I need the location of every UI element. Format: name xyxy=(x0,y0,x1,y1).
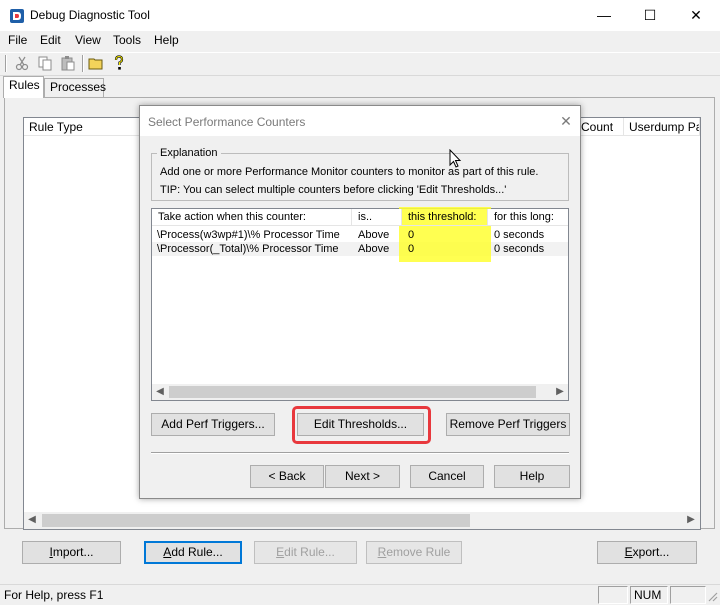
column-is[interactable]: is.. xyxy=(352,209,402,226)
next-button[interactable]: Next > xyxy=(325,465,400,488)
scroll-right-icon[interactable]: ▶ xyxy=(552,384,568,400)
counter-name-cell[interactable]: \Processor(_Total)\% Processor Time xyxy=(152,242,352,256)
dialog-title: Select Performance Counters xyxy=(148,115,306,129)
remove-rule-mnemonic: R xyxy=(377,545,387,559)
column-counter[interactable]: Take action when this counter: xyxy=(152,209,352,226)
threshold-cell[interactable]: 0 xyxy=(402,242,488,256)
scroll-left-icon[interactable]: ◀ xyxy=(152,384,168,400)
column-userdump-path[interactable]: Userdump Pat xyxy=(624,118,700,136)
scroll-left-icon[interactable]: ◀ xyxy=(24,512,40,529)
edit-rule-button[interactable]: Edit Rule... xyxy=(254,541,357,564)
threshold-cell[interactable]: 0 xyxy=(402,228,488,242)
help-icon[interactable] xyxy=(111,55,127,71)
column-count[interactable]: Count xyxy=(576,118,624,136)
column-duration[interactable]: for this long: xyxy=(488,209,568,226)
menu-bar xyxy=(0,31,720,51)
counter-name-cell[interactable]: \Process(w3wp#1)\% Processor Time xyxy=(152,228,352,242)
toolbar-grip xyxy=(5,55,7,72)
scrollbar-thumb[interactable] xyxy=(169,386,536,398)
edit-rule-mnemonic: E xyxy=(276,545,285,559)
edit-rule-label: dit Rule... xyxy=(284,545,335,559)
menu-view[interactable]: View xyxy=(75,33,101,47)
cancel-button[interactable]: Cancel xyxy=(410,465,484,488)
export-button[interactable]: Export... xyxy=(597,541,697,564)
scrollbar-thumb[interactable] xyxy=(42,514,470,527)
import-button[interactable]: Import... xyxy=(22,541,121,564)
scroll-right-icon[interactable]: ▶ xyxy=(683,512,699,529)
column-rule-type[interactable]: Rule Type xyxy=(24,118,142,136)
tab-rules[interactable]: Rules xyxy=(3,76,44,98)
status-text: For Help, press F1 xyxy=(4,588,104,602)
close-button[interactable]: ✕ xyxy=(673,0,719,31)
is-cell[interactable]: Above xyxy=(352,242,402,256)
back-button[interactable]: < Back xyxy=(250,465,324,488)
dialog-close-button[interactable]: ✕ xyxy=(556,111,576,131)
menu-tools[interactable]: Tools xyxy=(113,33,141,47)
add-rule-button[interactable]: Add Rule... xyxy=(144,541,242,564)
paste-icon[interactable] xyxy=(60,55,76,71)
minimize-button[interactable]: — xyxy=(581,0,627,31)
menu-edit[interactable]: Edit xyxy=(40,33,61,47)
status-pane-num: NUM xyxy=(630,586,668,604)
annotation-highlight-box xyxy=(292,406,431,444)
cut-icon[interactable] xyxy=(14,55,30,71)
dialog-separator xyxy=(151,452,569,454)
status-pane-scrl xyxy=(670,586,706,604)
mouse-cursor-icon xyxy=(449,149,462,168)
duration-cell[interactable]: 0 seconds xyxy=(488,242,568,256)
open-folder-icon[interactable] xyxy=(88,55,104,71)
is-cell[interactable]: Above xyxy=(352,228,402,242)
help-button[interactable]: Help xyxy=(494,465,570,488)
copy-icon[interactable] xyxy=(37,55,53,71)
menu-file[interactable]: File xyxy=(8,33,27,47)
remove-rule-button[interactable]: Remove Rule xyxy=(366,541,462,564)
toolbar xyxy=(0,52,720,76)
duration-cell[interactable]: 0 seconds xyxy=(488,228,568,242)
export-label: xport... xyxy=(632,545,670,559)
counter-list-scrollbar[interactable] xyxy=(152,384,568,400)
remove-perf-triggers-button[interactable]: Remove Perf Triggers xyxy=(446,413,570,436)
rules-list-scrollbar[interactable] xyxy=(24,512,700,529)
tab-processes[interactable]: Processes xyxy=(44,78,106,98)
explanation-tip: TIP: You can select multiple counters be… xyxy=(160,184,507,196)
window-title: Debug Diagnostic Tool xyxy=(30,8,150,22)
column-threshold[interactable]: this threshold: xyxy=(402,209,488,226)
menu-help[interactable]: Help xyxy=(154,33,179,47)
explanation-legend: Explanation xyxy=(157,147,221,159)
add-perf-triggers-button[interactable]: Add Perf Triggers... xyxy=(151,413,275,436)
toolbar-separator xyxy=(82,55,84,72)
add-rule-label: dd Rule... xyxy=(171,545,223,559)
status-pane-caps xyxy=(598,586,628,604)
debugdiag-app-icon xyxy=(10,9,24,23)
export-mnemonic: E xyxy=(624,545,633,559)
remove-rule-label: emove Rule xyxy=(386,545,451,559)
maximize-button[interactable]: ☐ xyxy=(627,0,673,31)
explanation-text: Add one or more Performance Monitor coun… xyxy=(160,166,539,178)
import-label: mport... xyxy=(52,545,94,559)
resize-grip-icon[interactable] xyxy=(706,590,718,602)
